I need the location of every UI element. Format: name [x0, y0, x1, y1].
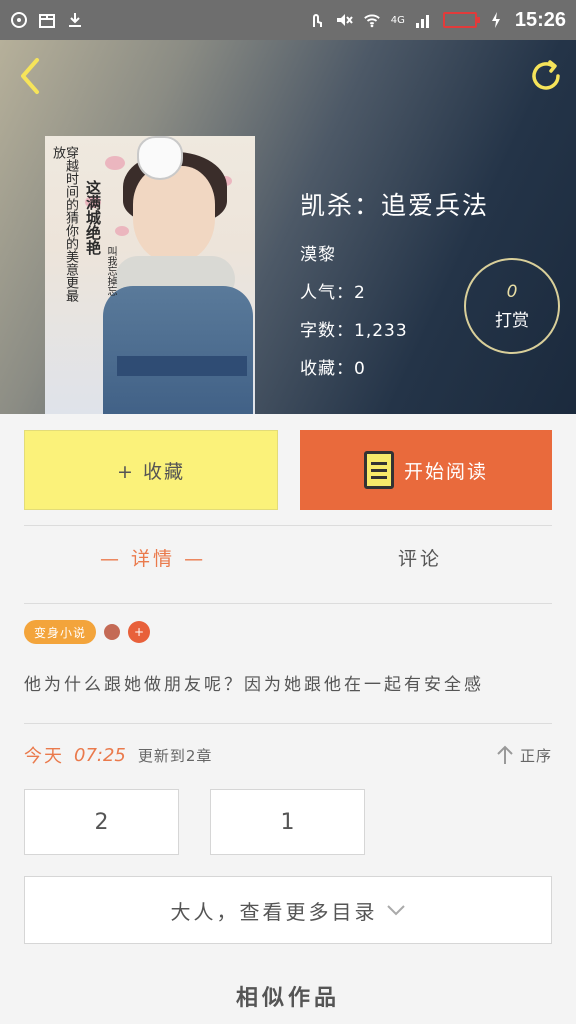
network-type: 4G [390, 14, 405, 26]
refresh-icon [532, 60, 560, 90]
book-header: 穿越时间的猜你的美意更最放 这满城绝艳 叫我忘掉忘 凯杀：追爱兵法 漠黎 人气：… [0, 40, 576, 414]
author[interactable]: 漠黎 [300, 240, 489, 265]
update-info: 今天 07:25 更新到2章 正序 [24, 742, 552, 768]
divider [24, 723, 552, 724]
wifi-icon [363, 11, 381, 29]
arrow-up-icon [497, 745, 513, 764]
word-count: 字数：1,233 [300, 321, 408, 341]
update-text: 更新到2章 [137, 746, 213, 765]
clock: 15:26 [514, 8, 566, 31]
refresh-button[interactable] [526, 56, 566, 96]
book-info: 凯杀：追爱兵法 漠黎 人气：2 字数：1,233 收藏：0 [300, 186, 489, 392]
divider [24, 603, 552, 604]
collect-button[interactable]: + 收藏 [24, 430, 278, 510]
divider [24, 525, 552, 526]
tip-count: 0 [506, 281, 518, 302]
battery-icon [442, 12, 480, 28]
sort-button[interactable]: 正序 [496, 745, 552, 766]
tab-comments[interactable]: 评论 [398, 544, 442, 571]
synopsis[interactable]: 他为什么跟她做朋友呢？因为她跟他在一起有安全感 [24, 670, 552, 695]
more-catalog-button[interactable]: 大人，查看更多目录 [24, 876, 552, 944]
update-time: 07:25 [74, 744, 126, 766]
fox-mask [137, 136, 183, 180]
charging-icon [487, 11, 505, 29]
book-title: 凯杀：追爱兵法 [300, 191, 490, 220]
book-cover[interactable]: 穿越时间的猜你的美意更最放 这满城绝艳 叫我忘掉忘 [45, 136, 255, 414]
similar-works-title: 相似作品 [235, 986, 340, 1011]
back-button[interactable] [10, 56, 50, 96]
update-day: 今天 [24, 746, 64, 767]
cover-text-2: 这满城绝艳 [84, 180, 102, 255]
tab-details[interactable]: — 详情 — [100, 544, 206, 571]
notification-icon [10, 11, 28, 29]
more-catalog-label: 大人，查看更多目录 [170, 899, 378, 924]
chapter-item[interactable]: 2 [24, 789, 179, 855]
package-icon [38, 11, 56, 29]
status-bar: 4G 15:26 [0, 0, 576, 40]
tip-button[interactable]: 0 打赏 [464, 258, 560, 354]
popularity: 人气：2 [300, 283, 366, 303]
add-tag-button[interactable]: + [128, 621, 151, 643]
mute-icon [335, 11, 353, 29]
tip-label: 打赏 [495, 310, 529, 331]
tag-dot [104, 624, 121, 640]
chevron-down-icon [386, 905, 405, 916]
genre-tag[interactable]: 变身小说 [24, 620, 97, 644]
start-reading-label: 开始阅读 [403, 460, 488, 483]
cover-text-3: 叫我忘掉忘 [105, 246, 116, 296]
book-icon [363, 451, 394, 489]
cover-text-1: 穿越时间的猜你的美意更最放 [50, 146, 78, 302]
start-reading-button[interactable]: 开始阅读 [300, 430, 552, 510]
back-arrow-icon [21, 58, 39, 94]
download-icon [66, 11, 84, 29]
touch-icon [307, 11, 325, 29]
sort-label: 正序 [519, 746, 552, 765]
signal-icon [415, 11, 433, 29]
tag-list: 变身小说 + [24, 620, 151, 644]
favorites-count: 收藏：0 [300, 359, 366, 379]
chapter-item[interactable]: 1 [210, 789, 365, 855]
